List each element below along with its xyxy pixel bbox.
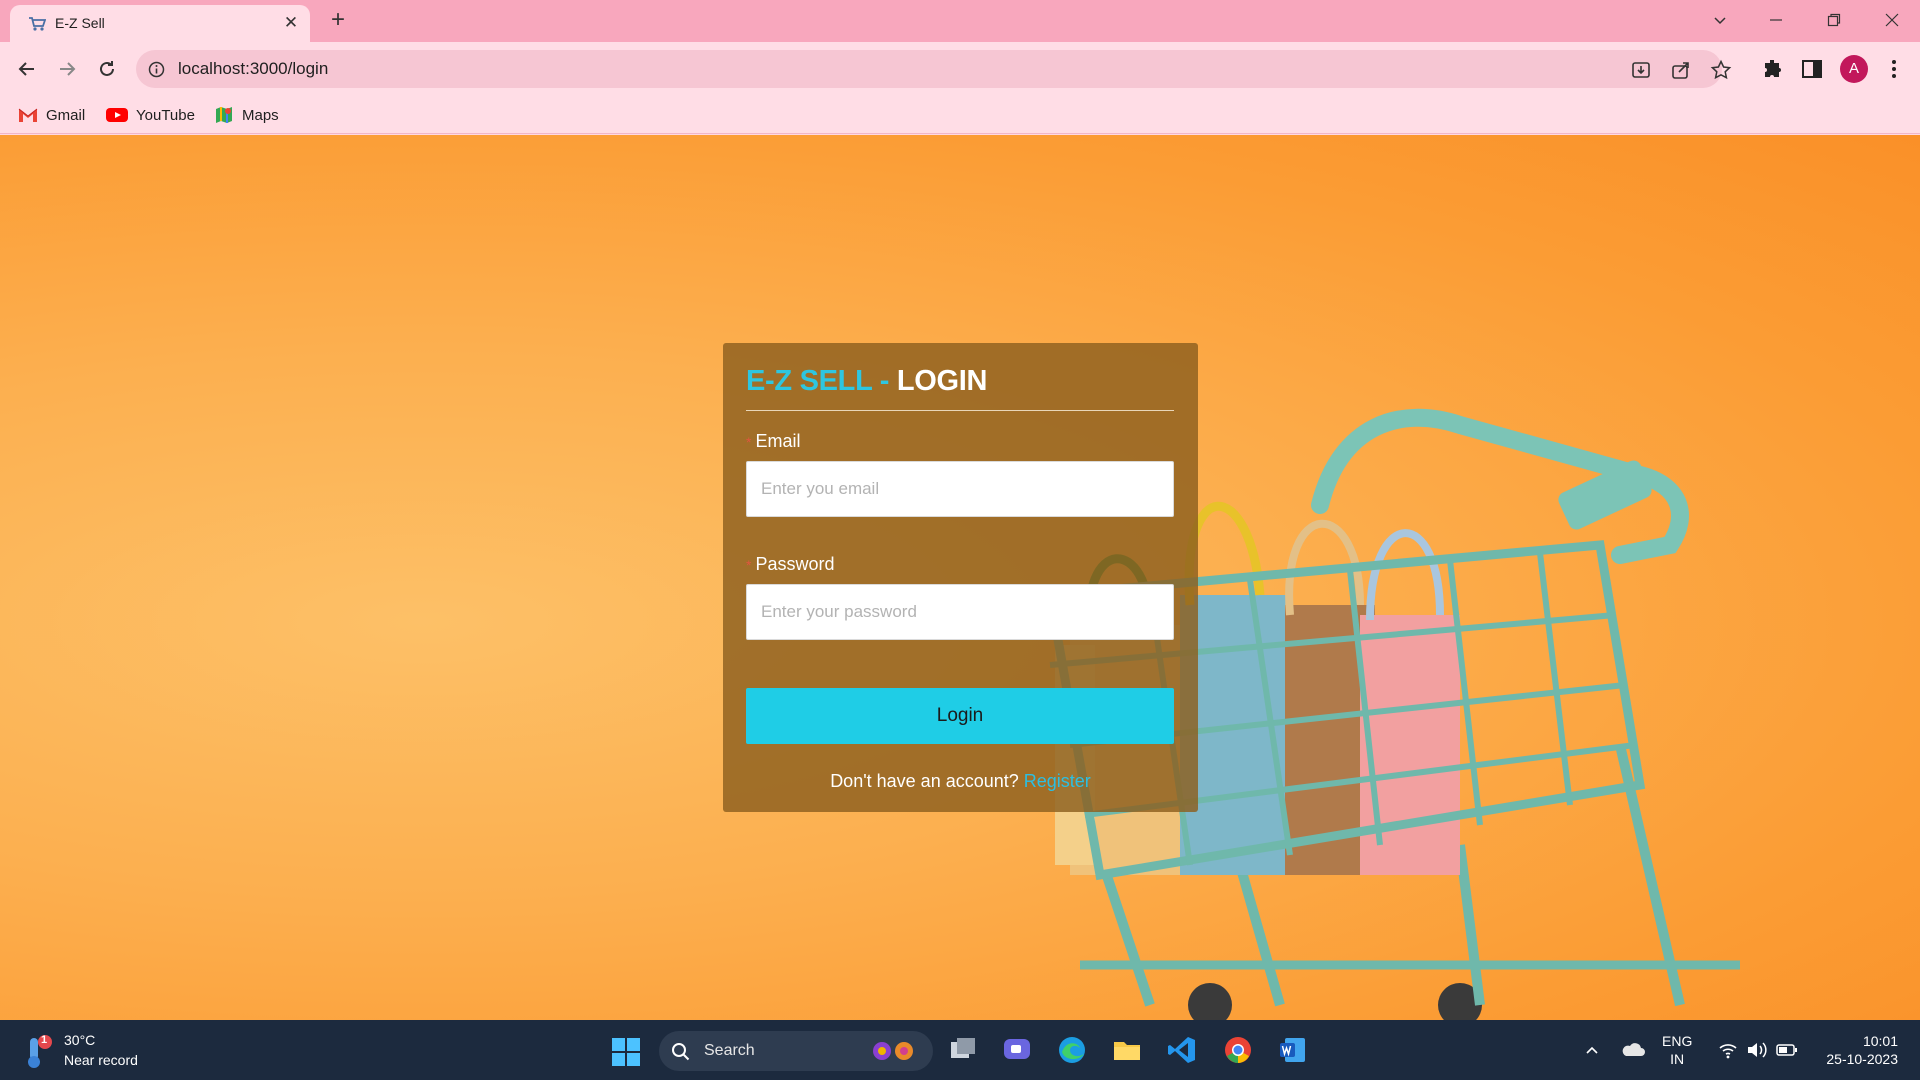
vscode-icon[interactable]	[1166, 1034, 1198, 1066]
gmail-icon	[18, 108, 38, 122]
arrow-right-icon	[60, 62, 76, 76]
search-label: Search	[704, 1042, 755, 1059]
chevron-up-icon[interactable]	[1584, 1038, 1600, 1062]
email-label-text: Email	[755, 431, 801, 451]
bookmark-youtube[interactable]: YouTube	[106, 104, 195, 126]
weather-temp: 30°C	[64, 1032, 96, 1048]
language-indicator[interactable]: ENG IN	[1662, 1032, 1692, 1068]
title-divider	[746, 410, 1174, 411]
clock-time: 10:01	[1862, 1033, 1898, 1049]
title-login-text: LOGIN	[896, 365, 988, 397]
restore-icon	[1827, 13, 1841, 27]
share-icon[interactable]	[1670, 59, 1692, 81]
chrome-icon[interactable]	[1222, 1034, 1254, 1066]
address-bar[interactable]: localhost:3000/login	[136, 50, 1732, 88]
login-card: E-Z SELL - LOGIN *Email *Password Login …	[723, 343, 1198, 812]
required-asterisk: *	[746, 557, 752, 573]
onedrive-icon[interactable]	[1620, 1038, 1646, 1062]
volume-icon[interactable]	[1746, 1038, 1768, 1062]
file-explorer-icon[interactable]	[1111, 1034, 1143, 1066]
more-menu-icon[interactable]	[1882, 57, 1906, 81]
cart-favicon-icon	[29, 17, 46, 31]
restore-button[interactable]	[1806, 0, 1862, 40]
tab-close-icon[interactable]: ✕	[280, 12, 302, 34]
install-app-icon[interactable]	[1630, 59, 1652, 81]
thermometer-icon	[28, 1035, 52, 1068]
register-prompt-text: Don't have an account?	[830, 771, 1024, 791]
info-icon[interactable]	[148, 61, 165, 78]
teams-chat-icon[interactable]	[1001, 1034, 1033, 1066]
email-label: * Email	[746, 431, 800, 452]
edge-browser-icon[interactable]	[1056, 1034, 1088, 1066]
taskbar-search[interactable]: Search	[659, 1031, 933, 1071]
password-label: * Password	[746, 554, 834, 575]
profile-avatar[interactable]: A	[1840, 55, 1868, 83]
extensions-puzzle-icon[interactable]	[1761, 57, 1785, 81]
brand-name: E-Z SELL -	[746, 365, 897, 397]
bookmark-maps[interactable]: Maps	[214, 104, 279, 126]
windows-start-icon[interactable]	[611, 1037, 641, 1067]
reload-icon	[100, 61, 114, 76]
email-field[interactable]	[746, 461, 1174, 517]
register-link[interactable]: Register	[1024, 771, 1091, 791]
bookmark-gmail[interactable]: Gmail	[18, 104, 85, 126]
bookmark-label: Maps	[242, 106, 279, 124]
browser-toolbar: localhost:3000/login A	[0, 42, 1920, 96]
close-window-button[interactable]	[1864, 0, 1920, 40]
clock-date: 25-10-2023	[1826, 1051, 1898, 1067]
login-button[interactable]: Login	[746, 688, 1174, 744]
browser-titlebar: E-Z Sell ✕ +	[0, 0, 1920, 42]
youtube-icon	[106, 108, 128, 122]
lang-code: ENG	[1662, 1033, 1693, 1049]
back-button[interactable]	[12, 54, 42, 84]
weather-widget[interactable]: 1 30°C Near record	[24, 1030, 184, 1072]
wifi-icon[interactable]	[1718, 1038, 1738, 1062]
star-icon[interactable]	[1710, 59, 1732, 81]
password-label-text: Password	[755, 554, 835, 574]
bookmark-label: Gmail	[46, 106, 86, 124]
task-view-icon[interactable]	[947, 1034, 979, 1066]
side-panel-icon[interactable]	[1800, 57, 1824, 81]
login-title: E-Z SELL - LOGIN	[746, 365, 987, 398]
url-text[interactable]: localhost:3000/login	[178, 59, 328, 79]
tab-title: E-Z Sell	[55, 15, 105, 31]
word-icon[interactable]	[1277, 1034, 1309, 1066]
maps-icon	[216, 107, 232, 123]
chevron-down-icon	[1714, 17, 1726, 25]
close-icon	[1885, 13, 1899, 27]
register-prompt: Don't have an account? Register	[723, 771, 1198, 792]
tab-search-button[interactable]	[1692, 0, 1748, 40]
windows-taskbar: 1 30°C Near record Search ENG IN 10:01 2…	[0, 1020, 1920, 1080]
arrow-left-icon	[18, 62, 34, 76]
required-asterisk: *	[746, 434, 752, 450]
battery-icon[interactable]	[1776, 1038, 1798, 1062]
search-icon	[672, 1043, 690, 1061]
bookmark-label: YouTube	[136, 106, 195, 124]
lang-region: IN	[1670, 1051, 1685, 1067]
reload-button[interactable]	[92, 54, 122, 84]
new-tab-button[interactable]: +	[325, 8, 351, 34]
bookmarks-bar: Gmail YouTube Maps	[0, 96, 1920, 134]
login-page: E-Z SELL - LOGIN *Email *Password Login …	[0, 135, 1920, 1020]
minimize-icon	[1770, 19, 1782, 21]
forward-button[interactable]	[52, 54, 82, 84]
password-field[interactable]	[746, 584, 1174, 640]
weather-desc: Near record	[64, 1052, 138, 1068]
diwali-decoration-icon	[873, 1042, 913, 1060]
clock[interactable]: 10:01 25-10-2023	[1810, 1032, 1898, 1068]
browser-tab[interactable]: E-Z Sell ✕	[10, 5, 310, 42]
minimize-button[interactable]	[1748, 0, 1804, 40]
weather-badge: 1	[41, 1034, 48, 1046]
